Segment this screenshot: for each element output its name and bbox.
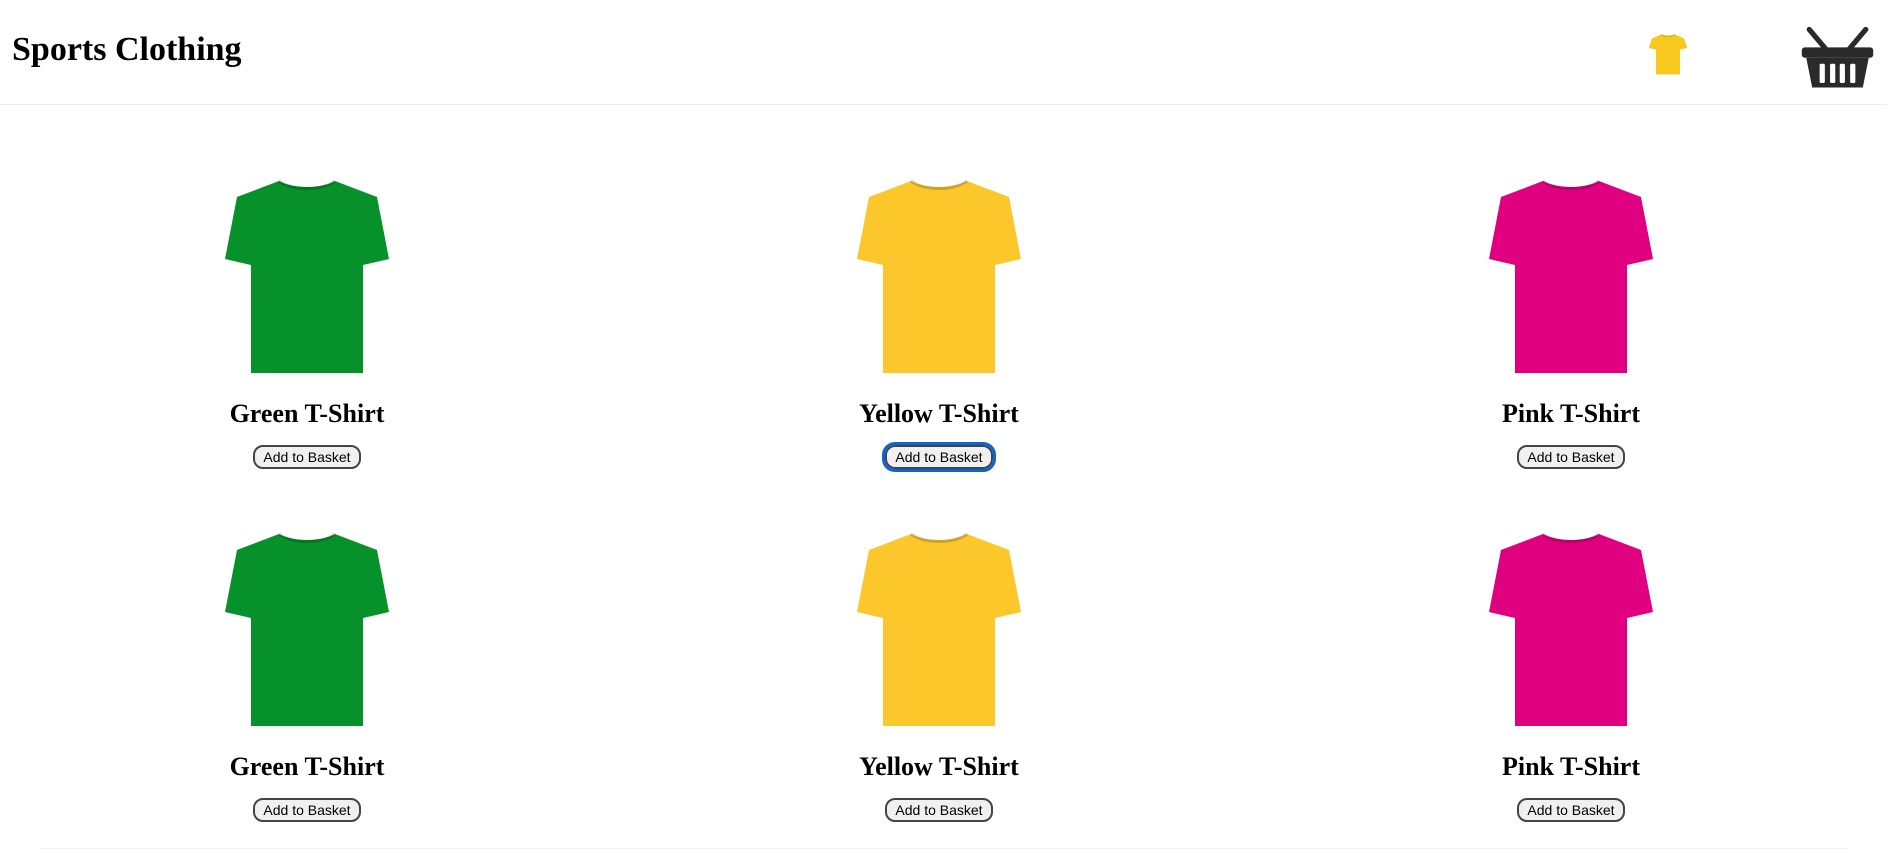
product-name: Pink T-Shirt: [1501, 399, 1640, 428]
add-to-basket-button[interactable]: Add to Basket: [253, 445, 361, 469]
product-card: Pink T-Shirt Add to Basket: [1361, 530, 1781, 822]
basket-icon[interactable]: [1800, 25, 1875, 89]
product-card: Green T-Shirt Add to Basket: [97, 177, 517, 469]
product-name: Green T-Shirt: [229, 399, 385, 428]
add-to-basket-button[interactable]: Add to Basket: [885, 798, 993, 822]
green-tshirt-icon: [225, 532, 389, 726]
add-to-basket-button[interactable]: Add to Basket: [1517, 798, 1625, 822]
product-name: Yellow T-Shirt: [859, 399, 1019, 428]
product-card: Green T-Shirt Add to Basket: [97, 530, 517, 822]
product-name: Pink T-Shirt: [1501, 752, 1640, 781]
add-to-basket-button[interactable]: Add to Basket: [882, 442, 996, 472]
pink-tshirt-icon: [1489, 179, 1653, 373]
product-name: Green T-Shirt: [229, 752, 385, 781]
add-to-basket-button[interactable]: Add to Basket: [1517, 445, 1625, 469]
yellow-tshirt-icon[interactable]: [1648, 32, 1688, 76]
yellow-tshirt-icon: [857, 179, 1021, 373]
product-card: Yellow T-Shirt Add to Basket: [729, 177, 1149, 472]
add-to-basket-button[interactable]: Add to Basket: [253, 798, 361, 822]
yellow-tshirt-icon: [857, 532, 1021, 726]
product-card: Pink T-Shirt Add to Basket: [1361, 177, 1781, 469]
green-tshirt-icon: [225, 179, 389, 373]
product-name: Yellow T-Shirt: [859, 752, 1019, 781]
product-card: Yellow T-Shirt Add to Basket: [729, 530, 1149, 822]
pink-tshirt-icon: [1489, 532, 1653, 726]
site-title: Sports Clothing: [12, 31, 242, 68]
site-header: Sports Clothing: [0, 0, 1887, 105]
divider: [40, 848, 1847, 849]
